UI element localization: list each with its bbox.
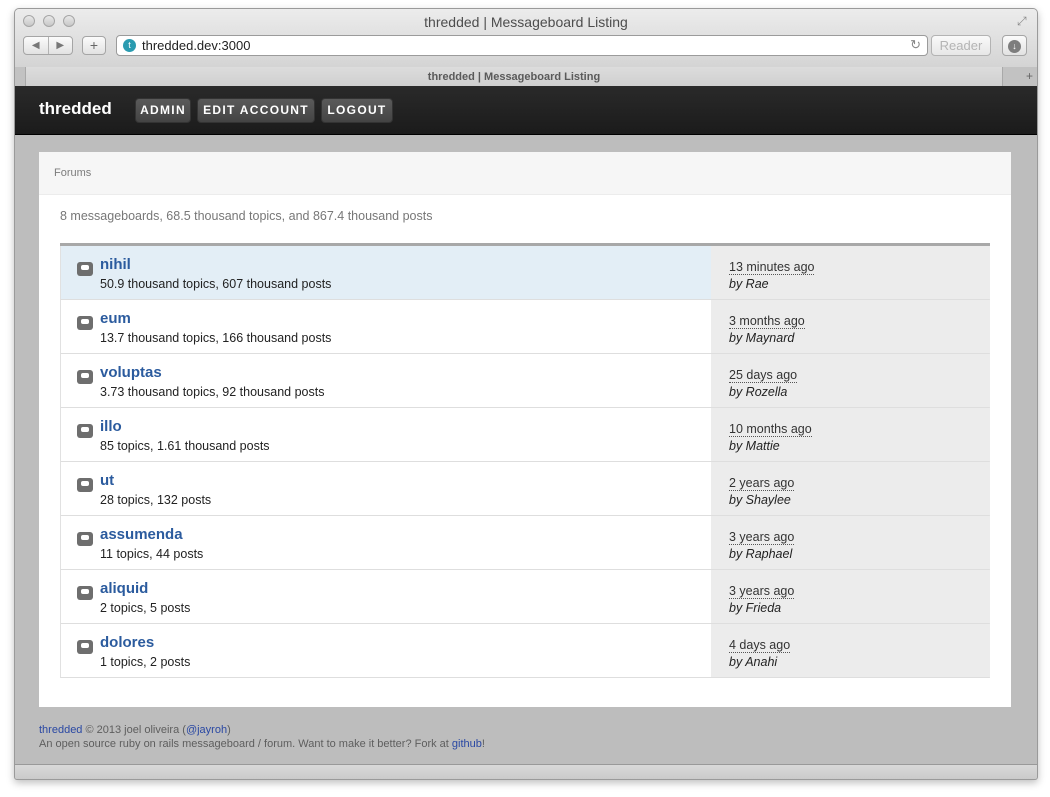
- messageboard-stats: 2 topics, 5 posts: [100, 601, 191, 615]
- footer-handle-link[interactable]: @jayroh: [186, 724, 227, 736]
- url-text[interactable]: thredded.dev:3000: [142, 38, 250, 53]
- messageboard-icon: [77, 640, 93, 654]
- add-bookmark-icon[interactable]: +: [82, 36, 106, 55]
- latest-activity: 13 minutes ago by Rae: [711, 246, 990, 299]
- downloads-icon: ↓: [1008, 40, 1021, 53]
- messageboard-stats: 50.9 thousand topics, 607 thousand posts: [100, 277, 332, 291]
- footer-tagline: An open source ruby on rails messageboar…: [39, 738, 452, 750]
- latest-time: 3 years ago: [729, 584, 795, 599]
- latest-author: by Maynard: [729, 331, 795, 345]
- messageboard-row[interactable]: aliquid 2 topics, 5 posts 3 years ago by…: [60, 570, 990, 624]
- messageboard-name-link[interactable]: assumenda: [100, 526, 183, 543]
- messageboard-name-link[interactable]: voluptas: [100, 364, 162, 381]
- messageboard-row[interactable]: nihil 50.9 thousand topics, 607 thousand…: [60, 246, 990, 300]
- nav-edit-account-button[interactable]: EDIT ACCOUNT: [197, 98, 315, 123]
- footer-line-2: An open source ruby on rails messageboar…: [39, 737, 485, 751]
- messageboard-name-link[interactable]: dolores: [100, 634, 154, 651]
- latest-activity: 10 months ago by Mattie: [711, 408, 990, 461]
- messageboard-name-link[interactable]: nihil: [100, 256, 131, 273]
- footer-paren: ): [227, 724, 231, 736]
- messageboard-name-link[interactable]: ut: [100, 472, 114, 489]
- messageboard-stats: 13.7 thousand topics, 166 thousand posts: [100, 331, 332, 345]
- latest-author: by Rozella: [729, 385, 788, 399]
- footer-github-link[interactable]: github: [452, 738, 482, 750]
- page-footer: thredded © 2013 joel oliveira (@jayroh) …: [39, 723, 485, 751]
- reader-button[interactable]: Reader: [931, 35, 991, 56]
- back-arrow-icon[interactable]: ◀: [24, 37, 49, 54]
- messageboard-row[interactable]: dolores 1 topics, 2 posts 4 days ago by …: [60, 624, 990, 678]
- address-bar[interactable]: t thredded.dev:3000 ↻: [116, 35, 928, 56]
- latest-activity: 25 days ago by Rozella: [711, 354, 990, 407]
- new-tab-icon[interactable]: +: [1026, 69, 1033, 83]
- messageboard-row[interactable]: assumenda 11 topics, 44 posts 3 years ag…: [60, 516, 990, 570]
- messageboard-stats: 11 topics, 44 posts: [100, 547, 204, 561]
- latest-time: 25 days ago: [729, 368, 798, 383]
- main-panel: Forums 8 messageboards, 68.5 thousand to…: [39, 152, 1011, 707]
- messageboard-stats: 28 topics, 132 posts: [100, 493, 212, 507]
- messageboard-icon: [77, 424, 93, 438]
- breadcrumb: Forums: [39, 152, 1011, 195]
- messageboard-stats: 85 topics, 1.61 thousand posts: [100, 439, 270, 453]
- latest-time: 3 months ago: [729, 314, 805, 329]
- messageboard-icon: [77, 316, 93, 330]
- messageboard-row[interactable]: eum 13.7 thousand topics, 166 thousand p…: [60, 300, 990, 354]
- latest-time: 10 months ago: [729, 422, 812, 437]
- favicon-icon: t: [123, 39, 136, 52]
- nav-admin-button[interactable]: ADMIN: [135, 98, 191, 123]
- site-brand[interactable]: thredded: [39, 99, 112, 119]
- messageboard-icon: [77, 370, 93, 384]
- history-nav: ◀ ▶: [23, 36, 73, 55]
- latest-author: by Frieda: [729, 601, 782, 615]
- footer-brand-link[interactable]: thredded: [39, 724, 82, 736]
- tab-active[interactable]: thredded | Messageboard Listing: [25, 67, 1003, 87]
- messageboard-row[interactable]: ut 28 topics, 132 posts 2 years ago by S…: [60, 462, 990, 516]
- forward-arrow-icon[interactable]: ▶: [49, 37, 73, 54]
- latest-author: by Rae: [729, 277, 769, 291]
- fullscreen-icon[interactable]: ⤢: [1017, 14, 1031, 28]
- title-bar: thredded | Messageboard Listing ⤢ ◀ ▶ + …: [15, 9, 1037, 68]
- messageboard-icon: [77, 478, 93, 492]
- site-navbar: thredded ADMIN EDIT ACCOUNT LOGOUT: [15, 86, 1037, 135]
- footer-exclaim: !: [481, 738, 485, 750]
- footer-line-1: thredded © 2013 joel oliveira (@jayroh): [39, 723, 485, 737]
- status-bar: [15, 764, 1037, 779]
- latest-author: by Mattie: [729, 439, 780, 453]
- latest-time: 3 years ago: [729, 530, 795, 545]
- nav-logout-button[interactable]: LOGOUT: [321, 98, 393, 123]
- messageboard-name-link[interactable]: eum: [100, 310, 131, 327]
- latest-activity: 2 years ago by Shaylee: [711, 462, 990, 515]
- latest-author: by Raphael: [729, 547, 793, 561]
- messageboard-row[interactable]: voluptas 3.73 thousand topics, 92 thousa…: [60, 354, 990, 408]
- window-title: thredded | Messageboard Listing: [424, 14, 628, 30]
- messageboard-list: nihil 50.9 thousand topics, 607 thousand…: [60, 243, 990, 678]
- latest-activity: 3 years ago by Raphael: [711, 516, 990, 569]
- messageboard-stats: 3.73 thousand topics, 92 thousand posts: [100, 385, 325, 399]
- latest-author: by Shaylee: [729, 493, 791, 507]
- latest-author: by Anahi: [729, 655, 778, 669]
- breadcrumb-forums[interactable]: Forums: [54, 167, 91, 179]
- latest-time: 13 minutes ago: [729, 260, 815, 275]
- messageboard-name-link[interactable]: illo: [100, 418, 122, 435]
- tab-bar: thredded | Messageboard Listing +: [15, 67, 1037, 88]
- latest-activity: 4 days ago by Anahi: [711, 624, 990, 677]
- messageboard-name-link[interactable]: aliquid: [100, 580, 148, 597]
- footer-copyright: © 2013 joel oliveira (: [82, 724, 186, 736]
- messageboard-icon: [77, 532, 93, 546]
- browser-window: thredded | Messageboard Listing ⤢ ◀ ▶ + …: [14, 8, 1038, 780]
- messageboard-stats: 1 topics, 2 posts: [100, 655, 191, 669]
- downloads-button[interactable]: ↓: [1002, 35, 1027, 56]
- forum-summary: 8 messageboards, 68.5 thousand topics, a…: [60, 209, 433, 223]
- latest-time: 4 days ago: [729, 638, 791, 653]
- latest-activity: 3 years ago by Frieda: [711, 570, 990, 623]
- latest-time: 2 years ago: [729, 476, 795, 491]
- messageboard-icon: [77, 262, 93, 276]
- reload-icon[interactable]: ↻: [910, 37, 921, 53]
- latest-activity: 3 months ago by Maynard: [711, 300, 990, 353]
- messageboard-row[interactable]: illo 85 topics, 1.61 thousand posts 10 m…: [60, 408, 990, 462]
- messageboard-icon: [77, 586, 93, 600]
